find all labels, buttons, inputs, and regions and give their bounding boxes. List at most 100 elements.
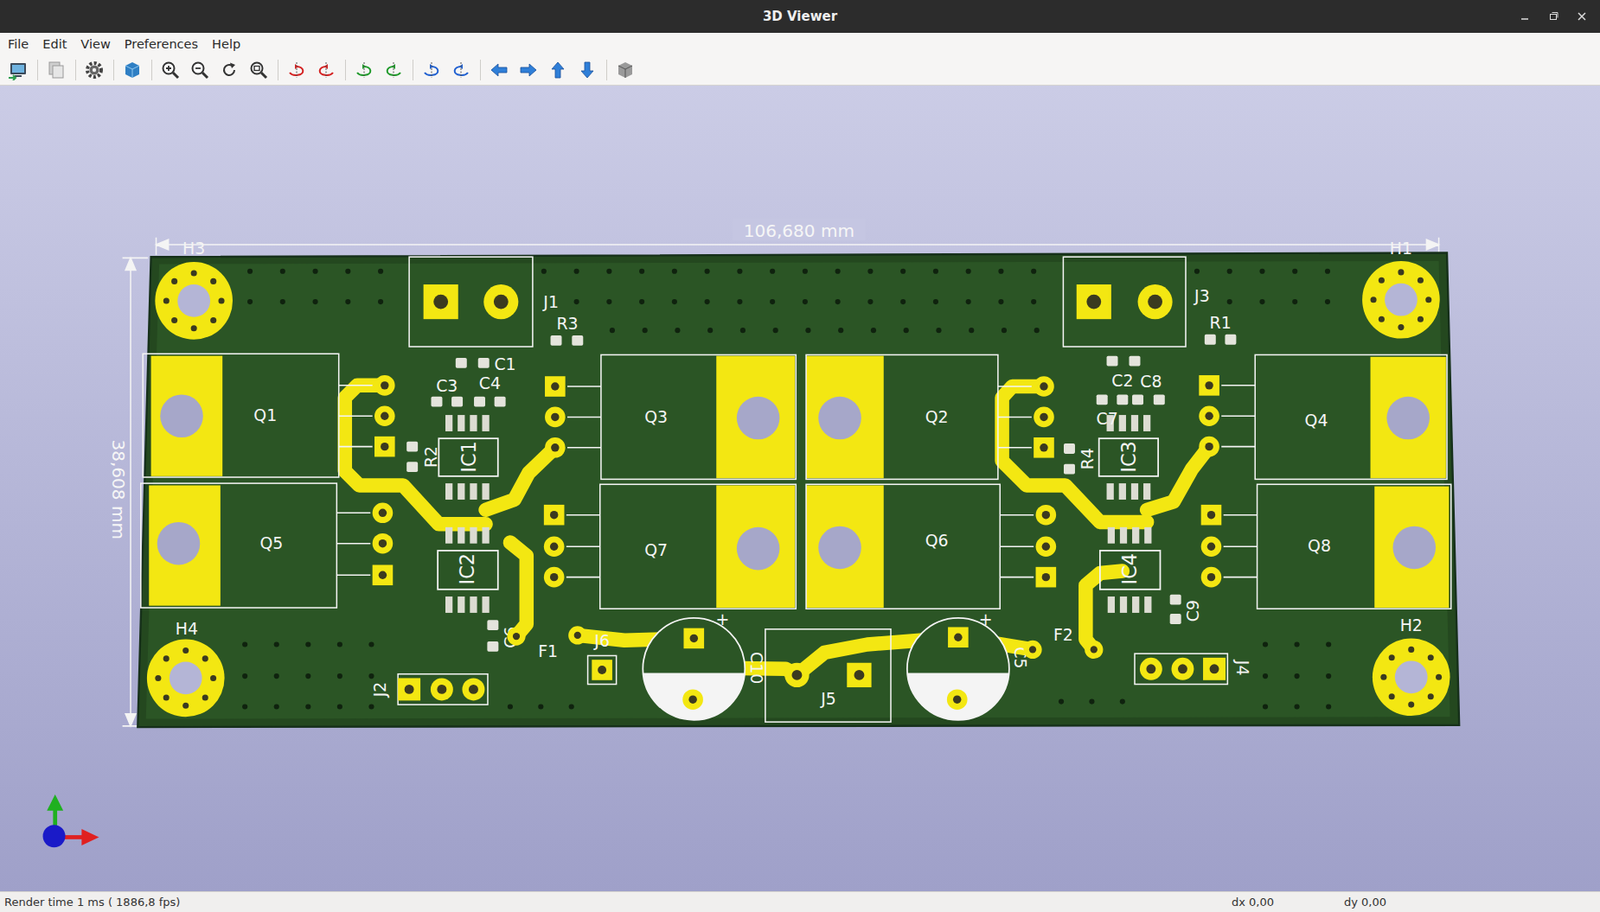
via [1120,698,1126,704]
fuse-footprint: F1 [506,626,587,660]
via [537,704,544,710]
pin-drill [690,634,698,643]
pin-lead [1221,384,1255,387]
pin-drill [1042,543,1050,551]
via [247,299,253,305]
zoom-out-button[interactable] [185,56,215,84]
rotate-y-ccw-button[interactable] [378,56,409,84]
zoom-fit-icon [248,59,269,81]
zoom-fit-button[interactable] [243,56,274,84]
close-icon [1576,11,1588,22]
reference-label: Q3 [644,407,668,427]
via [242,641,248,647]
orthographic-button[interactable] [610,56,640,84]
via [639,299,645,305]
ic-pin [457,527,465,544]
reload-board-button[interactable] [3,56,33,84]
via [1001,327,1007,333]
pin-pad [682,689,704,711]
via [1294,704,1300,710]
rotate-z-cw-button[interactable] [416,56,447,84]
pin-drill [853,670,864,681]
board-scene[interactable]: 106,680 mm38,608 mmH3H1H4H2Q1Q5Q3Q2Q7Q6Q… [0,85,1600,892]
via [805,327,811,333]
move-up-button[interactable] [543,56,573,84]
copper-track [1146,447,1210,511]
pin-drill [1029,646,1037,653]
rotate-z-ccw-button[interactable] [446,56,476,84]
redraw-button[interactable] [214,56,244,84]
via [574,299,580,305]
reference-label: C4 [479,373,501,393]
connector-footprint: J3 [1062,256,1210,347]
ic-pin [445,415,453,432]
pin-drill [380,412,389,421]
reference-label: R3 [556,313,578,333]
hole-via [1408,646,1415,653]
hole-via [1435,674,1442,681]
reference-label: H1 [1389,238,1413,258]
pin-pad [1138,284,1173,320]
menu-item[interactable]: Preferences [117,37,205,52]
maximize-button[interactable] [1538,3,1568,30]
silkscreen-outline [806,484,1000,609]
via [606,299,612,305]
hole-via [171,278,178,285]
pin-pad [1076,284,1112,320]
menu-item[interactable]: File [0,37,36,52]
silkscreen-outline [600,484,797,609]
pin-pad [423,284,459,320]
settings-button[interactable] [79,56,109,84]
ic-pin [481,415,489,432]
capacitor-outline [907,618,1010,721]
pin-lead [567,447,602,449]
viewer-window: 3D ViewerFileEditViewPreferencesHelp106,… [0,0,1600,912]
reference-label: Q8 [1307,536,1332,556]
mounting-hole: H1 [1362,238,1440,340]
menu-item[interactable]: Edit [35,37,74,52]
mounting-drill [736,396,781,441]
via [1292,299,1298,305]
via [674,327,680,333]
copy-image-button[interactable] [41,56,71,84]
silkscreen-outline [409,256,533,347]
ic-pin [1107,483,1114,500]
menu-item[interactable]: Help [204,37,248,52]
move-right-button[interactable] [513,56,544,84]
pin-pad [544,536,565,557]
pin-lead [998,416,1032,419]
raytracing-button[interactable] [117,56,148,84]
minimize-button[interactable] [1510,3,1539,30]
pin-lead [336,575,371,577]
menu-item[interactable]: View [73,37,117,52]
via [867,299,873,305]
zoom-in-button[interactable] [155,56,186,84]
close-button[interactable] [1567,3,1596,30]
pin-pad [430,678,454,701]
pin-pad [544,407,566,429]
pin-drill [493,294,509,310]
via [998,268,1004,275]
pin-lead [567,385,602,388]
copy-image-icon [45,59,67,81]
smd-passive: C7 [1096,394,1129,428]
rotate-x-cw-button[interactable] [281,56,312,84]
hole-drill [1395,660,1428,694]
heatsink-pad [1370,357,1447,479]
via [900,299,906,305]
via [933,299,939,305]
via [606,268,612,275]
silkscreen-outline [588,655,617,685]
3d-canvas[interactable]: 106,680 mm38,608 mmH3H1H4H2Q1Q5Q3Q2Q7Q6Q… [0,85,1600,892]
move-down-button[interactable] [572,56,602,84]
via [903,327,909,333]
rotate-x-ccw-button[interactable] [311,56,341,84]
move-left-button[interactable] [484,56,514,84]
rotate-y-cw-button[interactable] [349,56,379,84]
toolbar-separator [75,59,77,81]
pin-drill [1086,294,1101,310]
heatsink-pad [806,485,884,608]
via [377,268,384,275]
via [704,268,711,275]
smd-pad [1153,394,1165,405]
